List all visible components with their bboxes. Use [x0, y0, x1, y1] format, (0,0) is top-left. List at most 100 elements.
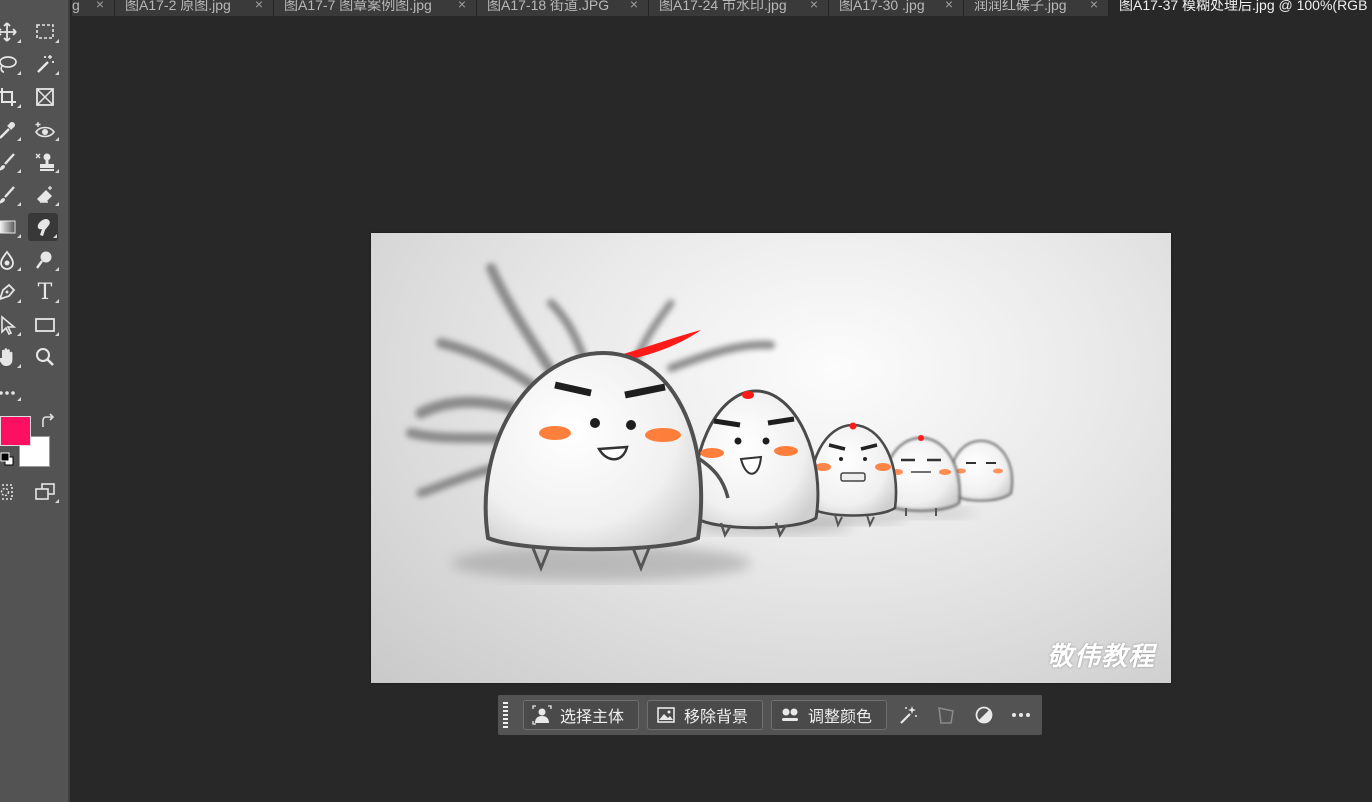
document-tab[interactable]: 图A17-24 市水印.jpg × — [649, 0, 829, 16]
adjustment-button[interactable] — [973, 704, 995, 726]
smudge-tool[interactable] — [28, 213, 58, 241]
quick-mask-icon — [0, 484, 13, 500]
type-tool[interactable]: T — [30, 278, 60, 306]
eyedropper-icon — [0, 122, 15, 139]
magic-wand-icon — [37, 55, 54, 73]
crop-perspective-icon — [938, 706, 954, 724]
document-tab[interactable]: 图A17-30 .jpg × — [829, 0, 964, 16]
eraser-icon — [37, 186, 52, 203]
frame-tool[interactable] — [30, 83, 60, 111]
document-tab[interactable]: g × — [72, 0, 115, 16]
canvas-image — [406, 263, 1013, 581]
adjust-color-button[interactable]: 调整颜色 — [771, 700, 887, 730]
zoom-icon — [36, 348, 54, 366]
eyedropper-tool[interactable] — [0, 116, 22, 144]
contextual-task-bar: 选择主体 移除背景 调整颜色 — [498, 695, 1042, 735]
more-options-button[interactable] — [1010, 704, 1032, 726]
swap-colors-icon[interactable] — [38, 412, 56, 430]
close-icon[interactable]: × — [458, 0, 466, 11]
screen-mode-icon — [35, 483, 55, 500]
path-select-tool[interactable] — [0, 311, 22, 339]
zoom-dodge-tool[interactable] — [30, 246, 60, 274]
select-subject-button[interactable]: 选择主体 — [523, 700, 639, 730]
close-icon[interactable]: × — [630, 0, 638, 11]
close-icon[interactable]: × — [945, 0, 953, 11]
sparkle-wand-icon — [900, 706, 917, 724]
rect-marquee-icon — [36, 24, 54, 39]
smudge-icon — [37, 219, 50, 236]
burn-icon — [0, 250, 14, 270]
move-tool[interactable] — [0, 18, 22, 46]
pen-icon — [0, 283, 16, 300]
tab-label: 图A17-30 .jpg — [839, 0, 925, 13]
remove-background-label: 移除背景 — [684, 709, 749, 726]
drag-handle-icon[interactable] — [503, 702, 509, 728]
history-brush-tool[interactable] — [0, 181, 22, 209]
tab-label: 图A17-18 街道.JPG — [487, 0, 610, 13]
crop-icon — [0, 88, 16, 106]
contrast-icon — [975, 706, 993, 724]
red-eye-icon — [35, 122, 55, 138]
tab-label: 图A17-24 市水印.jpg — [659, 0, 787, 13]
document-tab-bar: g × 图A17-2 原图.jpg × 图A17-7 图章案例图.jpg × 图… — [72, 0, 1372, 16]
move-icon — [0, 22, 17, 42]
magic-wand-tool[interactable] — [30, 50, 60, 78]
frame-icon — [36, 88, 54, 106]
rectangle-icon — [35, 318, 55, 332]
document-tab[interactable]: 图A17-2 原图.jpg × — [115, 0, 274, 16]
foreground-color-swatch[interactable] — [0, 416, 31, 446]
adjust-color-label: 调整颜色 — [808, 709, 873, 726]
gradient-icon — [0, 220, 16, 234]
tab-label: 图A17-37 模糊处理后.jpg @ 100%(RGB — [1119, 0, 1368, 13]
hand-icon — [0, 348, 13, 366]
stamp-icon — [35, 153, 54, 171]
close-icon[interactable]: × — [1090, 0, 1098, 11]
brush-icon — [0, 153, 15, 171]
lasso-tool[interactable] — [0, 50, 22, 78]
select-subject-icon — [532, 705, 552, 725]
marquee-tool[interactable] — [30, 18, 60, 46]
adjust-color-icon — [782, 708, 798, 721]
more-tools[interactable] — [0, 376, 22, 404]
red-eye-tool[interactable] — [30, 116, 60, 144]
dodge-burn-tool[interactable] — [0, 246, 22, 274]
quick-mask-button[interactable] — [0, 478, 20, 506]
remove-background-button[interactable]: 移除背景 — [647, 700, 763, 730]
document-tab[interactable]: 润润红碟子.jpg × — [964, 0, 1109, 16]
eraser-tool[interactable] — [30, 181, 60, 209]
generative-fill-button[interactable] — [897, 704, 919, 726]
close-icon[interactable]: × — [96, 0, 104, 11]
tab-label: 图A17-2 原图.jpg — [125, 0, 231, 13]
clone-stamp-tool[interactable] — [30, 148, 60, 176]
document-canvas[interactable]: 敬伟教程 — [371, 233, 1171, 683]
screen-mode-button[interactable] — [30, 478, 60, 506]
select-subject-label: 选择主体 — [560, 709, 625, 726]
zoom-tool[interactable] — [30, 343, 60, 371]
close-icon[interactable]: × — [810, 0, 818, 11]
tab-label: 润润红碟子.jpg — [974, 0, 1067, 13]
document-tab[interactable]: 图A17-7 图章案例图.jpg × — [274, 0, 477, 16]
brush-tool[interactable] — [0, 148, 22, 176]
type-icon: T — [37, 279, 53, 305]
gradient-tool[interactable] — [0, 213, 22, 241]
lasso-icon — [0, 56, 17, 73]
dodge-icon — [36, 251, 52, 269]
crop-tool[interactable] — [0, 83, 22, 111]
rectangle-tool[interactable] — [30, 311, 60, 339]
tab-label: 图A17-7 图章案例图.jpg — [284, 0, 432, 13]
hand-tool[interactable] — [0, 343, 22, 371]
transform-button[interactable] — [935, 704, 957, 726]
pen-tool[interactable] — [0, 278, 22, 306]
watermark-text: 敬伟教程 — [1046, 642, 1155, 672]
tools-panel: T — [0, 0, 70, 802]
tab-label: g — [72, 0, 80, 13]
image-icon — [657, 707, 675, 723]
history-brush-icon — [0, 186, 15, 204]
document-tab-active[interactable]: 图A17-37 模糊处理后.jpg @ 100%(RGB — [1109, 0, 1372, 16]
more-icon — [1012, 713, 1030, 717]
more-icon — [0, 391, 15, 395]
close-icon[interactable]: × — [255, 0, 263, 11]
document-tab[interactable]: 图A17-18 街道.JPG × — [477, 0, 649, 16]
arrow-icon — [1, 315, 17, 336]
default-colors-icon[interactable] — [0, 452, 14, 466]
